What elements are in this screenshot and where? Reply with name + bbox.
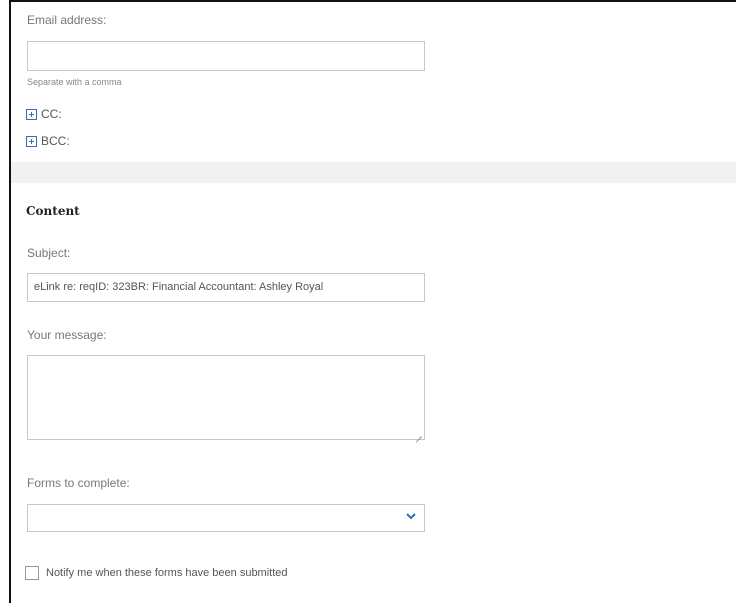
forms-select[interactable] [27,504,425,532]
cc-expander[interactable]: CC: [26,107,62,121]
chevron-down-icon [406,513,416,520]
subject-input[interactable]: eLink re: reqID: 323BR: Financial Accoun… [27,273,425,302]
email-address-input[interactable] [27,41,425,71]
message-label: Your message: [27,328,107,342]
subject-label: Subject: [27,246,71,260]
resize-grip-icon[interactable] [416,431,422,437]
content-section-title: Content [26,204,80,218]
plus-square-icon [26,108,37,120]
section-divider [11,162,736,183]
plus-square-icon [26,135,37,147]
cc-label: CC: [41,107,62,121]
notify-label: Notify me when these forms have been sub… [46,567,288,579]
email-address-label: Email address: [27,13,107,27]
forms-label: Forms to complete: [27,476,130,490]
message-textarea[interactable] [27,355,425,440]
bcc-label: BCC: [41,134,70,148]
notify-checkbox[interactable] [25,566,39,580]
email-hint: Separate with a comma [27,77,122,87]
bcc-expander[interactable]: BCC: [26,134,70,148]
